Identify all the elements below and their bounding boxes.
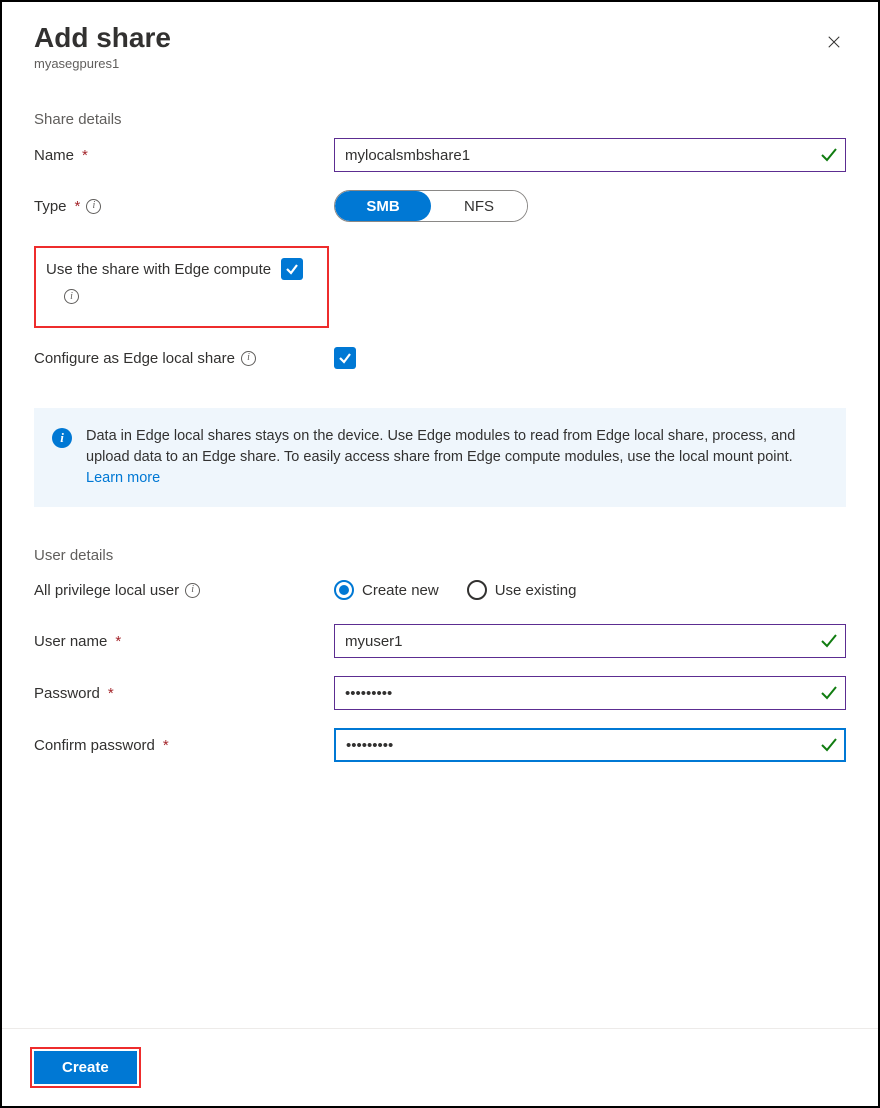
required-asterisk: *: [108, 683, 114, 704]
radio-icon: [334, 580, 354, 600]
local-share-input-col: [334, 347, 846, 370]
password-input[interactable]: [334, 676, 846, 710]
create-button-highlight: Create: [30, 1047, 141, 1088]
edge-compute-label: Use the share with Edge compute: [46, 261, 271, 278]
name-row: Name *: [34, 138, 846, 172]
username-input[interactable]: [334, 624, 846, 658]
required-asterisk: *: [82, 145, 88, 166]
type-label-text: Type: [34, 196, 67, 217]
close-button[interactable]: [822, 30, 846, 54]
type-option-nfs[interactable]: NFS: [431, 191, 527, 221]
required-asterisk: *: [75, 196, 81, 217]
local-share-label: Configure as Edge local share i: [34, 348, 334, 369]
close-icon: [828, 34, 840, 50]
radio-existing-label: Use existing: [495, 582, 577, 599]
name-label-text: Name: [34, 145, 74, 166]
radio-create-label: Create new: [362, 582, 439, 599]
name-label: Name *: [34, 145, 334, 166]
user-details-heading: User details: [34, 547, 846, 564]
username-label-text: User name: [34, 631, 107, 652]
username-row: User name *: [34, 624, 846, 658]
privilege-radio-group: Create new Use existing: [334, 580, 846, 600]
password-row: Password *: [34, 676, 846, 710]
local-share-row: Configure as Edge local share i: [34, 342, 846, 374]
edge-compute-row: Use the share with Edge compute: [46, 258, 303, 280]
create-button[interactable]: Create: [34, 1051, 137, 1084]
info-icon[interactable]: i: [185, 583, 200, 598]
type-option-smb[interactable]: SMB: [335, 191, 431, 221]
add-share-panel: Add share myasegpures1 Share details Nam…: [0, 0, 880, 1108]
privilege-label: All privilege local user i: [34, 580, 334, 601]
username-input-wrap: [334, 624, 846, 658]
panel-subtitle: myasegpures1: [34, 56, 846, 71]
info-banner-message: Data in Edge local shares stays on the d…: [86, 428, 795, 465]
confirm-password-input[interactable]: [334, 728, 846, 762]
type-row: Type * i SMB NFS: [34, 190, 846, 222]
info-banner: i Data in Edge local shares stays on the…: [34, 408, 846, 507]
panel-header: Add share myasegpures1: [34, 22, 846, 71]
edge-compute-info-wrap: i: [64, 286, 303, 304]
share-details-heading: Share details: [34, 111, 846, 128]
radio-use-existing[interactable]: Use existing: [467, 580, 577, 600]
checkmark-icon: [338, 351, 352, 365]
radio-icon: [467, 580, 487, 600]
checkmark-icon: [285, 262, 299, 276]
type-label: Type * i: [34, 196, 334, 217]
info-icon[interactable]: i: [64, 289, 79, 304]
password-label-text: Password: [34, 683, 100, 704]
password-label: Password *: [34, 683, 334, 704]
password-input-wrap: [334, 676, 846, 710]
local-share-checkbox[interactable]: [334, 347, 356, 369]
edge-compute-highlight: Use the share with Edge compute i: [34, 246, 329, 328]
privilege-label-text: All privilege local user: [34, 580, 179, 601]
required-asterisk: *: [115, 631, 121, 652]
confirm-password-label: Confirm password *: [34, 735, 334, 756]
info-icon[interactable]: i: [86, 199, 101, 214]
required-asterisk: *: [163, 735, 169, 756]
confirm-password-input-wrap: [334, 728, 846, 762]
type-input-col: SMB NFS: [334, 190, 846, 222]
type-toggle: SMB NFS: [334, 190, 528, 222]
panel-footer: Create: [2, 1028, 878, 1106]
radio-create-new[interactable]: Create new: [334, 580, 439, 600]
confirm-password-row: Confirm password *: [34, 728, 846, 762]
name-input-wrap: [334, 138, 846, 172]
info-icon[interactable]: i: [241, 351, 256, 366]
edge-compute-checkbox[interactable]: [281, 258, 303, 280]
info-banner-icon: i: [52, 428, 72, 448]
panel-body: Add share myasegpures1 Share details Nam…: [2, 2, 878, 1028]
local-share-label-text: Configure as Edge local share: [34, 348, 235, 369]
username-label: User name *: [34, 631, 334, 652]
learn-more-link[interactable]: Learn more: [86, 470, 160, 486]
info-banner-text: Data in Edge local shares stays on the d…: [86, 426, 818, 489]
confirm-password-label-text: Confirm password: [34, 735, 155, 756]
panel-title: Add share: [34, 22, 846, 54]
name-input[interactable]: [334, 138, 846, 172]
privilege-row: All privilege local user i Create new Us…: [34, 574, 846, 606]
